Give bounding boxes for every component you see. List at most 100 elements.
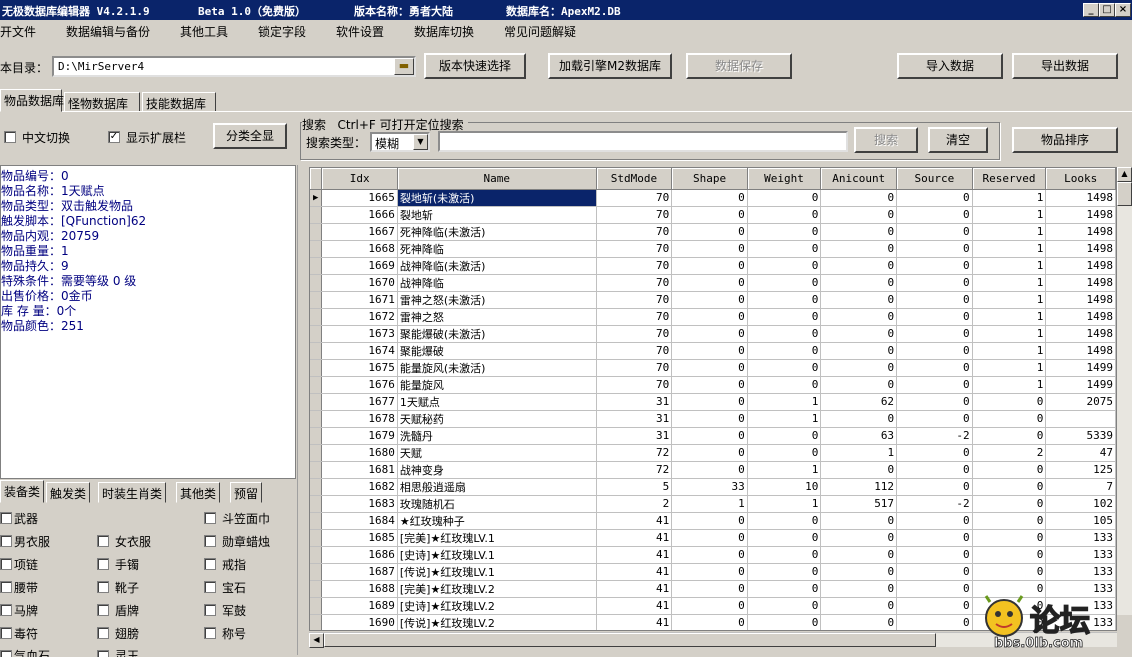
cell-shape[interactable]: 0	[671, 529, 748, 547]
cell-name[interactable]: 能量旋风(未激活)	[397, 359, 597, 377]
tab-trigger[interactable]: 触发类	[46, 482, 91, 503]
table-row[interactable]: 1668 死神降临 70 0 0 0 0 1 1498	[310, 240, 1116, 258]
row-indicator[interactable]	[310, 359, 323, 377]
cell-source[interactable]: 0	[896, 444, 973, 462]
cell-anicount[interactable]: 0	[820, 359, 898, 377]
column-header-reserved[interactable]: Reserved	[972, 168, 1047, 190]
close-button[interactable]: ×	[1115, 3, 1131, 17]
cell-stdmode[interactable]: 70	[596, 291, 673, 309]
cell-reserved[interactable]: 1	[972, 291, 1047, 309]
cell-name[interactable]: 洗髓丹	[397, 427, 597, 445]
cell-shape[interactable]: 0	[671, 461, 748, 479]
cell-shape[interactable]: 0	[671, 546, 748, 564]
cell-looks[interactable]: 1498	[1045, 342, 1116, 360]
cell-stdmode[interactable]: 70	[596, 342, 673, 360]
cell-anicount[interactable]: 0	[820, 614, 898, 630]
cell-looks[interactable]: 1498	[1045, 223, 1116, 241]
cell-name[interactable]: 玫瑰随机石	[397, 495, 597, 513]
category-checkbox[interactable]	[97, 627, 109, 639]
table-row[interactable]: 1667 死神降临(未激活) 70 0 0 0 0 1 1498	[310, 223, 1116, 241]
category-checkbox[interactable]	[97, 581, 109, 593]
cell-looks[interactable]: 125	[1045, 461, 1116, 479]
cell-looks[interactable]: 1498	[1045, 189, 1116, 207]
cell-weight[interactable]: 10	[747, 478, 822, 496]
search-button[interactable]: 搜索	[854, 127, 918, 153]
cell-source[interactable]: 0	[896, 308, 973, 326]
row-indicator[interactable]	[310, 529, 323, 547]
scroll-left-icon[interactable]: ◀	[309, 633, 324, 648]
table-row[interactable]: 1674 聚能爆破 70 0 0 0 0 1 1498	[310, 342, 1116, 360]
cell-stdmode[interactable]: 31	[596, 393, 673, 411]
category-checkbox[interactable]	[0, 535, 12, 547]
cell-idx[interactable]: 1675	[321, 359, 398, 377]
cell-name[interactable]: 战神变身	[397, 461, 597, 479]
cell-weight[interactable]: 0	[747, 240, 822, 258]
row-indicator[interactable]	[310, 597, 323, 615]
cell-name[interactable]: 天赋	[397, 444, 597, 462]
cell-source[interactable]: 0	[896, 512, 973, 530]
cell-anicount[interactable]: 0	[820, 529, 898, 547]
table-row[interactable]: 1677 1天赋点 31 0 1 62 0 0 2075	[310, 393, 1116, 411]
cell-reserved[interactable]: 1	[972, 359, 1047, 377]
cell-shape[interactable]: 1	[671, 495, 748, 513]
cell-reserved[interactable]: 1	[972, 308, 1047, 326]
tab-item-database[interactable]: 物品数据库	[0, 89, 64, 112]
cell-idx[interactable]: 1680	[321, 444, 398, 462]
cell-idx[interactable]: 1681	[321, 461, 398, 479]
cell-weight[interactable]: 0	[747, 529, 822, 547]
maximize-button[interactable]: □	[1099, 3, 1115, 17]
search-type-select[interactable]: 模糊 ▼	[370, 132, 430, 152]
cell-anicount[interactable]: 0	[820, 376, 898, 394]
cell-stdmode[interactable]: 72	[596, 461, 673, 479]
cell-stdmode[interactable]: 70	[596, 308, 673, 326]
cell-stdmode[interactable]: 70	[596, 189, 673, 207]
cell-idx[interactable]: 1686	[321, 546, 398, 564]
cell-name[interactable]: [完美]★红玫瑰LV.1	[397, 529, 597, 547]
row-indicator[interactable]	[310, 257, 323, 275]
cell-looks[interactable]: 1498	[1045, 291, 1116, 309]
row-indicator[interactable]	[310, 444, 323, 462]
cell-stdmode[interactable]: 41	[596, 512, 673, 530]
save-data-button[interactable]: 数据保存	[686, 53, 792, 79]
row-indicator[interactable]	[310, 240, 323, 258]
load-engine-db-button[interactable]: 加载引擎M2数据库	[548, 53, 672, 79]
vertical-scroll-thumb[interactable]	[1117, 182, 1132, 206]
tab-monster-database[interactable]: 怪物数据库	[64, 92, 140, 112]
table-row[interactable]: 1681 战神变身 72 0 1 0 0 0 125	[310, 461, 1116, 479]
cell-reserved[interactable]: 1	[972, 206, 1047, 224]
export-data-button[interactable]: 导出数据	[1012, 53, 1118, 79]
cell-idx[interactable]: 1668	[321, 240, 398, 258]
table-row[interactable]: 1672 雷神之怒 70 0 0 0 0 1 1498	[310, 308, 1116, 326]
cell-idx[interactable]: 1684	[321, 512, 398, 530]
item-sort-button[interactable]: 物品排序	[1012, 127, 1118, 153]
table-row[interactable]: 1669 战神降临(未激活) 70 0 0 0 0 1 1498	[310, 257, 1116, 275]
cell-anicount[interactable]: 0	[820, 223, 898, 241]
category-checkbox[interactable]	[0, 558, 12, 570]
cell-reserved[interactable]: 0	[972, 427, 1047, 445]
cell-idx[interactable]: 1677	[321, 393, 398, 411]
cell-source[interactable]: 0	[896, 325, 973, 343]
table-row[interactable]: 1683 玫瑰随机石 2 1 1 517 -2 0 102	[310, 495, 1116, 513]
cell-looks[interactable]: 133	[1045, 563, 1116, 581]
cell-name[interactable]: [史诗]★红玫瑰LV.1	[397, 546, 597, 564]
cell-anicount[interactable]: 0	[820, 461, 898, 479]
row-indicator[interactable]	[310, 410, 323, 428]
cell-source[interactable]: 0	[896, 376, 973, 394]
cell-reserved[interactable]: 0	[972, 495, 1047, 513]
table-row[interactable]: 1687 [传说]★红玫瑰LV.1 41 0 0 0 0 0 133	[310, 563, 1116, 581]
cell-idx[interactable]: 1682	[321, 478, 398, 496]
cell-weight[interactable]: 1	[747, 495, 822, 513]
cell-idx[interactable]: 1666	[321, 206, 398, 224]
column-header-looks[interactable]: Looks	[1045, 168, 1116, 190]
cell-looks[interactable]	[1045, 410, 1116, 428]
cell-name[interactable]: 裂地斩(未激活)	[397, 189, 597, 207]
cell-shape[interactable]: 0	[671, 308, 748, 326]
cell-looks[interactable]: 1498	[1045, 274, 1116, 292]
row-indicator[interactable]	[310, 546, 323, 564]
cell-name[interactable]: [完美]★红玫瑰LV.2	[397, 580, 597, 598]
row-indicator[interactable]	[310, 495, 323, 513]
cell-stdmode[interactable]: 70	[596, 274, 673, 292]
cell-shape[interactable]: 0	[671, 597, 748, 615]
current-row-arrow-icon[interactable]: ▶	[310, 189, 323, 207]
cell-anicount[interactable]: 0	[820, 291, 898, 309]
